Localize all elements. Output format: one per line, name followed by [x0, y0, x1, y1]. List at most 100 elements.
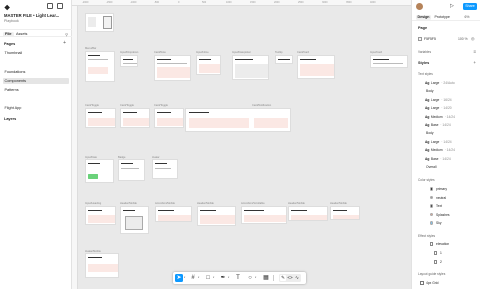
draw-mode-icon[interactable]: ∿	[294, 275, 300, 281]
text-style-item[interactable]: Ag Large · 16/24	[425, 98, 452, 102]
component-frame[interactable]	[120, 206, 149, 234]
design-mode-icon[interactable]: ✎	[280, 275, 286, 281]
text-style-item[interactable]: Ag Medium · 14/24	[425, 148, 455, 152]
thumbnail-frame[interactable]	[85, 13, 114, 32]
component-frame[interactable]	[85, 108, 116, 128]
grid-icon	[420, 281, 424, 285]
frame-label: Input/Dropdown	[120, 51, 139, 54]
text-style-item[interactable]: Ag Base · 14/24	[425, 123, 451, 127]
layout-icon[interactable]	[47, 3, 53, 9]
share-button[interactable]: Share	[463, 2, 477, 10]
component-frame[interactable]	[185, 108, 291, 132]
tab-assets[interactable]: Assets	[14, 32, 29, 37]
panel-toggle-icon[interactable]	[57, 3, 63, 9]
effect-style-item[interactable]: 2	[440, 260, 442, 264]
tab-prototype[interactable]: Prototype	[433, 15, 451, 20]
text-styles-label: Text styles	[418, 72, 433, 76]
add-page-icon[interactable]: +	[63, 40, 66, 46]
text-style-item[interactable]: Ag Large · 14/24	[425, 140, 452, 144]
tab-design[interactable]: Design	[416, 14, 431, 20]
effect-style-item[interactable]: 1	[440, 251, 442, 255]
frame-label: Input/Datepicker	[232, 51, 251, 54]
tab-file[interactable]: File	[3, 31, 14, 37]
component-frame[interactable]	[370, 55, 408, 68]
effect-icon	[434, 260, 438, 264]
text-style-item[interactable]: Body	[426, 89, 434, 93]
component-frame[interactable]	[154, 55, 191, 81]
component-frame[interactable]	[85, 51, 115, 82]
component-frame[interactable]	[232, 55, 269, 80]
component-frame[interactable]	[196, 55, 221, 75]
page-color-value[interactable]: F5F5F5	[424, 37, 436, 41]
chevron-down-icon[interactable]: ▾	[213, 276, 214, 279]
component-frame[interactable]	[241, 206, 287, 224]
pen-tool-icon[interactable]: ✒	[219, 274, 227, 282]
canvas[interactable]: -2000 -1500 -1000 -500 0 500 1000 1500 2000 2500 3…	[72, 0, 411, 289]
color-style-item[interactable]: Text	[436, 204, 442, 208]
chevron-down-icon[interactable]: ▾	[228, 276, 229, 279]
chevron-down-icon[interactable]: ▾	[184, 276, 185, 279]
text-tool-icon[interactable]: T	[234, 274, 242, 282]
component-frame[interactable]	[118, 159, 145, 181]
text-style-item[interactable]: Body	[426, 131, 434, 135]
chevron-down-icon[interactable]: ▾	[198, 276, 199, 279]
text-style-item[interactable]: Ag Large · 24/Auto	[425, 81, 455, 85]
layout-style-item[interactable]: 4px Grid	[426, 281, 438, 285]
page-item-thumbnail[interactable]: Thumbnail	[3, 50, 69, 56]
component-frame[interactable]	[120, 108, 150, 128]
text-style-item[interactable]: Ag Base · 14/24	[425, 157, 451, 161]
actions-icon[interactable]: ▦	[262, 274, 270, 282]
component-frame[interactable]	[154, 108, 184, 128]
text-style-preview: Ag	[425, 97, 430, 102]
page-item-patterns[interactable]: Patterns	[3, 87, 69, 93]
chevron-down-icon[interactable]: ▾	[255, 276, 256, 279]
component-frame[interactable]	[197, 206, 236, 226]
color-style-item[interactable]: Splashes	[436, 213, 450, 217]
color-style-item[interactable]: neutral	[436, 196, 446, 200]
add-style-icon[interactable]: +	[473, 60, 476, 65]
left-panel: ❖ MASTER FILE • Light Lear... Playbook F…	[0, 0, 72, 289]
page-opacity-value[interactable]: 100 %	[458, 37, 468, 41]
component-frame[interactable]	[330, 206, 360, 220]
move-tool-icon[interactable]: ➤	[175, 274, 183, 282]
ruler-tick: 500	[202, 1, 207, 4]
figma-logo-icon[interactable]: ❖	[4, 4, 10, 12]
file-name[interactable]: MASTER FILE • Light Lear...	[4, 13, 59, 18]
pages-heading: Pages	[4, 42, 16, 46]
comment-tool-icon[interactable]: ○	[246, 274, 254, 282]
text-style-preview: Ag	[425, 148, 430, 153]
page-item-foundations[interactable]: Foundations	[3, 69, 69, 75]
component-frame[interactable]	[275, 55, 293, 64]
color-style-item[interactable]: Sky	[436, 221, 442, 225]
page-color-swatch[interactable]	[418, 37, 422, 41]
page-item-components[interactable]: Components	[3, 78, 69, 84]
shape-tool-icon[interactable]: □	[204, 274, 212, 282]
text-style-item[interactable]: Overall	[426, 165, 436, 169]
effect-style-item[interactable]: elevation	[436, 242, 449, 246]
present-icon[interactable]: ▷	[450, 3, 454, 9]
component-frame[interactable]	[120, 55, 138, 67]
dev-mode-icon[interactable]: <>	[287, 275, 293, 281]
zoom-level[interactable]: 6%	[463, 15, 471, 20]
component-frame[interactable]	[288, 206, 328, 221]
text-style-name: Large	[430, 106, 440, 111]
component-frame[interactable]	[297, 55, 335, 79]
color-style-item[interactable]: primary	[436, 187, 447, 191]
variables-label[interactable]: Variables	[418, 50, 431, 54]
eye-icon[interactable]: ◎	[471, 36, 475, 41]
color-swatch-icon	[430, 204, 434, 208]
right-tabs: Design Prototype 6%	[412, 13, 480, 21]
text-style-item[interactable]: Ag Large · 14/20	[425, 106, 452, 110]
component-frame[interactable]	[155, 206, 192, 222]
component-frame[interactable]	[85, 206, 116, 225]
component-frame[interactable]	[85, 253, 119, 278]
component-frame[interactable]	[152, 159, 178, 179]
component-frame[interactable]	[85, 159, 114, 183]
variables-icon[interactable]: ≡	[473, 49, 476, 54]
avatar[interactable]	[416, 3, 423, 10]
page-opacity-number: 100	[458, 36, 464, 41]
frame-tool-icon[interactable]: #	[189, 274, 197, 282]
page-item-flight-app[interactable]: Flight App	[3, 105, 69, 111]
text-style-item[interactable]: Ag Medium · 14/24	[425, 115, 455, 119]
search-icon[interactable]: ⚲	[65, 32, 68, 37]
